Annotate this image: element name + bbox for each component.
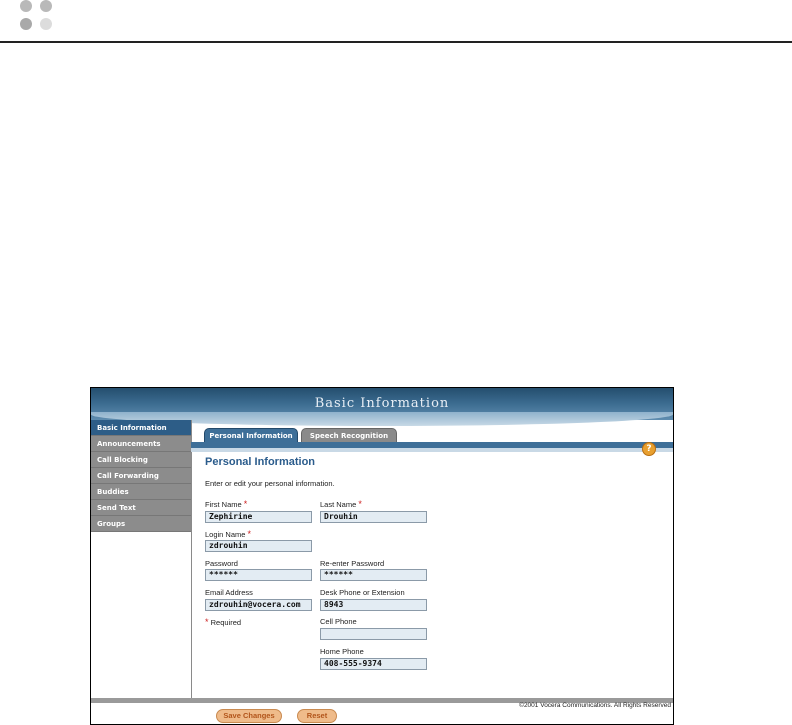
sidebar: Basic Information Announcements Call Blo… xyxy=(91,420,192,698)
save-changes-button[interactable]: Save Changes xyxy=(216,709,282,723)
tab-underline-light xyxy=(191,448,673,452)
password-field[interactable]: ****** xyxy=(205,569,312,581)
email-field[interactable]: zdrouhin@vocera.com xyxy=(205,599,312,611)
help-icon[interactable]: ? xyxy=(642,442,656,456)
section-intro: Enter or edit your personal information. xyxy=(205,479,335,488)
sidebar-item-call-forwarding[interactable]: Call Forwarding xyxy=(91,468,191,484)
dot-icon xyxy=(20,0,32,12)
reenter-password-label: Re-enter Password xyxy=(320,559,385,568)
page-title: Basic Information xyxy=(314,396,450,411)
email-label: Email Address xyxy=(205,588,253,597)
last-name-field[interactable]: Drouhin xyxy=(320,511,427,523)
reset-button[interactable]: Reset xyxy=(297,709,337,723)
home-phone-label: Home Phone xyxy=(320,647,364,656)
password-label: Password xyxy=(205,559,238,568)
dot-icon xyxy=(20,18,32,30)
required-note: * Required xyxy=(205,617,242,627)
app-window: Basic Information Basic Information Anno… xyxy=(90,387,674,725)
desk-phone-field[interactable]: 8943 xyxy=(320,599,427,611)
copyright-text: ©2001 Vocera Communications. All Rights … xyxy=(519,702,671,709)
cell-phone-field[interactable] xyxy=(320,628,427,640)
cell-phone-label: Cell Phone xyxy=(320,617,357,626)
reenter-password-field[interactable]: ****** xyxy=(320,569,427,581)
top-divider xyxy=(0,41,792,43)
sidebar-item-announcements[interactable]: Announcements xyxy=(91,436,191,452)
last-name-label: Last Name * xyxy=(320,499,362,509)
login-name-field[interactable]: zdrouhin xyxy=(205,540,312,552)
sidebar-item-call-blocking[interactable]: Call Blocking xyxy=(91,452,191,468)
home-phone-field[interactable]: 408-555-9374 xyxy=(320,658,427,670)
section-title: Personal Information xyxy=(205,456,316,468)
required-star: * xyxy=(358,499,362,509)
sidebar-item-basic-information[interactable]: Basic Information xyxy=(91,420,191,436)
first-name-label: First Name * xyxy=(205,499,248,509)
dot-icon xyxy=(40,18,52,30)
required-star: * xyxy=(243,499,248,509)
login-name-label: Login Name * xyxy=(205,529,252,539)
sidebar-item-groups[interactable]: Groups xyxy=(91,516,191,532)
sidebar-item-buddies[interactable]: Buddies xyxy=(91,484,191,500)
first-name-field[interactable]: Zephirine xyxy=(205,511,312,523)
desk-phone-label: Desk Phone or Extension xyxy=(320,588,405,597)
decorative-dots xyxy=(20,0,60,36)
header-banner: Basic Information xyxy=(91,388,673,426)
dot-icon xyxy=(40,0,52,12)
sidebar-item-send-text[interactable]: Send Text xyxy=(91,500,191,516)
required-star: * xyxy=(247,529,252,539)
required-star: * xyxy=(205,617,209,627)
